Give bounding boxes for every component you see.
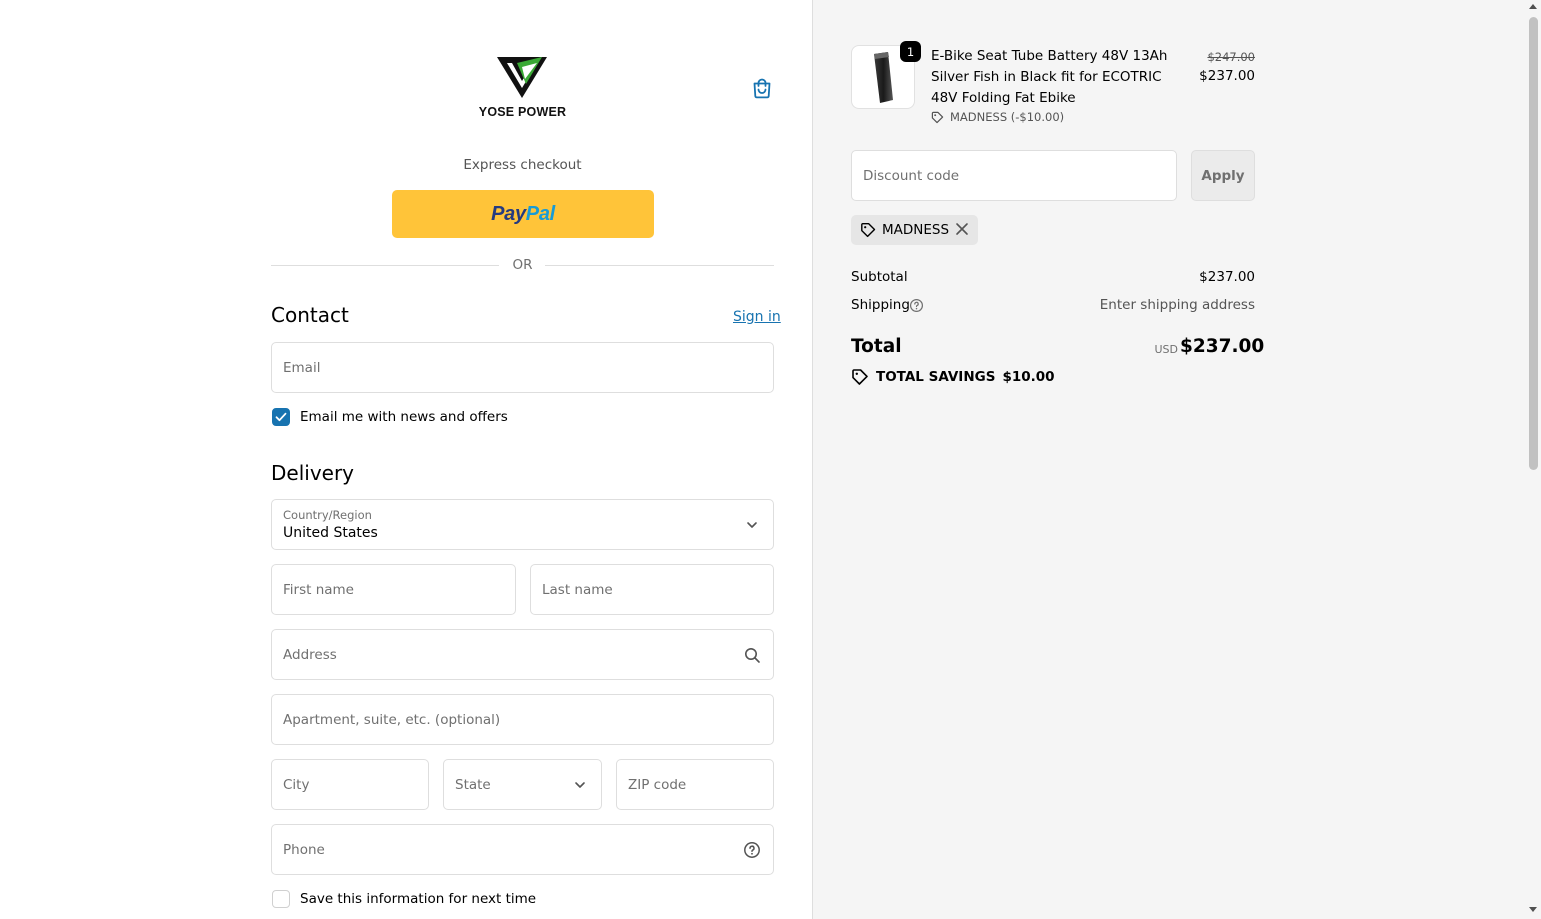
brand-logo[interactable]: YOSE POWER xyxy=(475,52,570,124)
state-placeholder: State xyxy=(455,776,491,793)
shipping-label: Shipping xyxy=(851,297,910,313)
first-name-placeholder: First name xyxy=(283,581,354,598)
save-info-checkbox[interactable] xyxy=(272,890,290,908)
shipping-value: Enter shipping address xyxy=(1099,297,1255,313)
country-select[interactable]: Country/Region United States xyxy=(271,499,774,550)
shopping-bag-icon xyxy=(753,78,771,99)
quantity-badge: 1 xyxy=(900,41,921,62)
discount-code-placeholder: Discount code xyxy=(863,167,960,184)
address-placeholder: Address xyxy=(283,646,337,663)
country-label: Country/Region xyxy=(283,508,372,522)
scroll-down-arrow-icon[interactable] xyxy=(1529,907,1537,912)
cart-button[interactable] xyxy=(750,76,774,100)
total-label: Total xyxy=(851,336,902,357)
express-checkout-label: Express checkout xyxy=(463,157,582,173)
apply-button[interactable]: Apply xyxy=(1191,150,1255,201)
checkmark-icon xyxy=(275,412,287,422)
email-field[interactable]: Email xyxy=(271,342,774,393)
sign-in-link[interactable]: Sign in xyxy=(733,309,781,325)
paypal-logo: PayPal xyxy=(491,202,555,225)
city-placeholder: City xyxy=(283,776,310,793)
yose-triangle-logo-icon xyxy=(497,57,547,98)
original-price: $247.00 xyxy=(1207,50,1255,64)
total-value: $237.00 xyxy=(1180,336,1265,357)
total-currency: USD xyxy=(1154,343,1178,356)
or-divider: OR xyxy=(271,257,774,275)
discount-code-field[interactable]: Discount code xyxy=(851,150,1177,201)
subtotal-value: $237.00 xyxy=(1199,269,1255,285)
close-icon[interactable] xyxy=(955,222,969,236)
divider-line xyxy=(545,265,774,266)
brand-name: YOSE POWER xyxy=(478,105,567,119)
product-name: E-Bike Seat Tube Battery 48V 13Ah Silver… xyxy=(931,48,1168,106)
tag-icon xyxy=(931,111,944,123)
paypal-button[interactable]: PayPal xyxy=(392,190,654,238)
chevron-down-icon xyxy=(747,521,757,528)
product-discount-label: MADNESS (-$10.00) xyxy=(950,110,1065,124)
applied-discount-code: MADNESS xyxy=(882,222,950,238)
state-select[interactable]: State xyxy=(443,759,602,810)
search-icon xyxy=(745,647,760,663)
last-name-placeholder: Last name xyxy=(542,581,613,598)
newsletter-label: Email me with news and offers xyxy=(300,409,508,425)
address-field[interactable]: Address xyxy=(271,629,774,680)
total-savings: TOTAL SAVINGS $10.00 xyxy=(851,368,1055,386)
checkout-form-panel: YOSE POWER Express checkout PayPal OR Co… xyxy=(0,0,812,919)
country-value: United States xyxy=(283,525,378,541)
scrollbar[interactable] xyxy=(1526,0,1541,919)
savings-label: TOTAL SAVINGS xyxy=(876,369,996,385)
savings-value: $10.00 xyxy=(1002,369,1055,385)
save-info-label: Save this information for next time xyxy=(300,891,537,907)
phone-field[interactable]: Phone xyxy=(271,824,774,875)
contact-heading: Contact xyxy=(271,303,349,327)
last-name-field[interactable]: Last name xyxy=(530,564,774,615)
order-summary-panel xyxy=(812,0,1541,919)
help-circle-icon[interactable] xyxy=(909,298,924,313)
phone-placeholder: Phone xyxy=(283,841,325,858)
tag-icon xyxy=(852,369,868,385)
help-circle-icon[interactable] xyxy=(743,841,761,859)
product-discount: MADNESS (-$10.00) xyxy=(931,110,1064,124)
applied-discount-chip: MADNESS xyxy=(851,215,978,245)
city-field[interactable]: City xyxy=(271,759,429,810)
tag-icon xyxy=(861,223,876,238)
newsletter-checkbox[interactable] xyxy=(272,408,290,426)
zip-placeholder: ZIP code xyxy=(628,776,687,793)
apartment-placeholder: Apartment, suite, etc. (optional) xyxy=(283,711,501,728)
first-name-field[interactable]: First name xyxy=(271,564,516,615)
apartment-field[interactable]: Apartment, suite, etc. (optional) xyxy=(271,694,774,745)
item-price: $237.00 xyxy=(1199,68,1255,84)
chevron-down-icon xyxy=(575,781,585,788)
email-placeholder: Email xyxy=(283,359,321,376)
delivery-heading: Delivery xyxy=(271,461,355,485)
zip-field[interactable]: ZIP code xyxy=(616,759,774,810)
scrollbar-thumb[interactable] xyxy=(1529,17,1538,470)
subtotal-label: Subtotal xyxy=(851,269,908,285)
scroll-up-arrow-icon[interactable] xyxy=(1529,4,1537,9)
